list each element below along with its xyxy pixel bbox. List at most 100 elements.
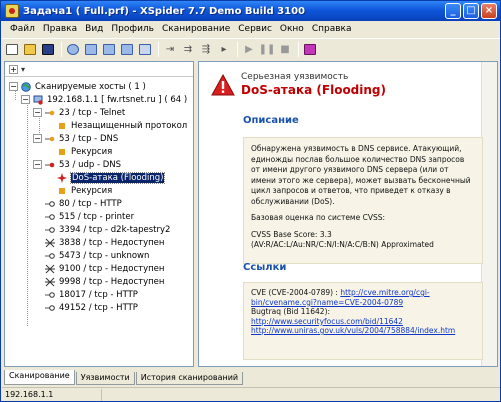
close-button[interactable]: × xyxy=(481,3,497,19)
tree-port-item[interactable]: 49152 / tcp - HTTP xyxy=(45,301,138,314)
tree-vuln-item[interactable]: Рекурсия xyxy=(57,184,112,197)
description-box: Обнаружена уязвимость в DNS сервисе. Ата… xyxy=(243,137,483,264)
host-icon xyxy=(33,95,43,105)
port-filtered-icon xyxy=(45,277,55,286)
description-heading: Описание xyxy=(243,115,299,126)
report-button[interactable] xyxy=(302,41,318,57)
tree-port-item[interactable]: − 53 / udp - DNS xyxy=(33,158,121,171)
port-icon xyxy=(45,110,55,115)
tree-item-label: Рекурсия xyxy=(71,146,113,157)
play-icon: ▶ xyxy=(245,43,253,55)
tree-item-label: 3838 / tcp - Недоступен xyxy=(59,237,165,248)
port-open-icon xyxy=(45,291,55,298)
play-button[interactable]: ▶ xyxy=(241,41,257,57)
tree-vuln-item[interactable]: Рекурсия xyxy=(57,145,112,158)
menu-profile[interactable]: Профиль xyxy=(107,24,158,34)
add-range-button[interactable] xyxy=(101,41,117,57)
stop-button[interactable]: ■ xyxy=(277,41,293,57)
open-button[interactable] xyxy=(22,41,38,57)
minimize-button[interactable]: _ xyxy=(445,3,461,19)
run-all-icon: ⇉ xyxy=(183,43,193,55)
window-title: Задача1 ( Full.prf) - XSpider 7.7 Demo B… xyxy=(23,5,305,17)
toolbar-separator xyxy=(61,41,62,57)
view-tabs: Сканирование Уязвимости История сканиров… xyxy=(4,370,244,385)
chevron-down-icon[interactable]: ▾ xyxy=(21,65,25,74)
tree-expander[interactable]: − xyxy=(33,108,42,117)
tree-root-label: Сканируемые хосты ( 1 ) xyxy=(35,81,146,92)
uniras-link[interactable]: http://www.uniras.gov.uk/vuls/2004/75888… xyxy=(251,326,475,336)
title-bar[interactable]: Задача1 ( Full.prf) - XSpider 7.7 Demo B… xyxy=(1,1,500,21)
links-box: CVE (CVE-2004-0789) : http://cve.mitre.o… xyxy=(243,282,483,360)
edit-host-button[interactable] xyxy=(119,41,135,57)
tree-expander[interactable]: − xyxy=(9,82,18,91)
host-search-icon xyxy=(67,43,79,55)
tree-port-item[interactable]: 5473 / tcp - unknown xyxy=(45,249,149,262)
tree-root[interactable]: − Сканируемые хосты ( 1 ) xyxy=(9,80,146,93)
tree-port-item[interactable]: 515 / tcp - printer xyxy=(45,210,134,223)
cve-reference: CVE (CVE-2004-0789) : http://cve.mitre.o… xyxy=(251,288,475,307)
tab-scanning[interactable]: Сканирование xyxy=(4,370,75,385)
port-filtered-icon xyxy=(45,238,55,247)
menu-edit[interactable]: Правка xyxy=(39,24,81,34)
delete-host-button[interactable] xyxy=(137,41,153,57)
step-button[interactable]: ⇥ xyxy=(162,41,178,57)
menu-help[interactable]: Справка xyxy=(308,24,356,34)
menu-window[interactable]: Окно xyxy=(276,24,308,34)
tree-expander[interactable]: − xyxy=(33,134,42,143)
tree-expander[interactable]: − xyxy=(33,160,42,169)
tree-port-item[interactable]: 3394 / tcp - d2k-tapestry2 xyxy=(45,223,170,236)
tree-item-label: Рекурсия xyxy=(71,185,113,196)
tab-vulnerabilities[interactable]: Уязвимости xyxy=(75,372,135,385)
tree-expander[interactable]: − xyxy=(21,95,30,104)
tree-port-item[interactable]: 18017 / tcp - HTTP xyxy=(45,288,138,301)
new-task-button[interactable] xyxy=(4,41,20,57)
menu-file[interactable]: Файл xyxy=(6,24,39,34)
run-selected-button[interactable]: ▸ xyxy=(216,41,232,57)
tree-item-label: 23 / tcp - Telnet xyxy=(59,107,126,118)
tree-port-item[interactable]: 80 / tcp - HTTP xyxy=(45,197,122,210)
tree-host[interactable]: − 192.168.1.1 [ fw.rtsnet.ru ] ( 64 ) xyxy=(21,93,187,106)
tree-expand-all-button[interactable]: + xyxy=(9,64,18,74)
add-host-button[interactable] xyxy=(83,41,99,57)
menu-service[interactable]: Сервис xyxy=(234,24,276,34)
pause-button[interactable]: ❚❚ xyxy=(259,41,276,57)
tree-port-item[interactable]: 3838 / tcp - Недоступен xyxy=(45,236,164,249)
tree-item-label: 3394 / tcp - d2k-tapestry2 xyxy=(59,224,171,235)
maximize-button[interactable]: □ xyxy=(463,3,479,19)
description-text: Обнаружена уязвимость в DNS сервисе. Ата… xyxy=(251,144,471,206)
stop-icon: ■ xyxy=(280,43,290,55)
menu-view[interactable]: Вид xyxy=(81,24,107,34)
run-all-button[interactable]: ⇉ xyxy=(180,41,196,57)
tree-vuln-item-selected[interactable]: DoS-атака (Flooding) xyxy=(57,171,166,184)
tab-scan-history[interactable]: История сканирований xyxy=(135,372,244,385)
host-search-button[interactable] xyxy=(65,41,81,57)
tree-port-item[interactable]: 9100 / tcp - Недоступен xyxy=(45,262,164,275)
warning-icon xyxy=(59,122,65,129)
save-button[interactable] xyxy=(40,41,56,57)
tree-port-item[interactable]: − 23 / tcp - Telnet xyxy=(33,106,125,119)
tree-vuln-item[interactable]: Незащищенный протокол xyxy=(57,119,187,132)
port-open-icon xyxy=(45,213,55,220)
vulnerability-name: DoS-атака (Flooding) xyxy=(241,83,387,97)
run-scan-button[interactable]: ⇶ xyxy=(198,41,214,57)
tree-item-label: 9998 / tcp - Недоступен xyxy=(59,276,165,287)
cvss-vector: (AV:R/AC:L/Au:NR/C:N/I:N/A:C/B:N) Approx… xyxy=(251,240,434,249)
tree-port-item[interactable]: 9998 / tcp - Недоступен xyxy=(45,275,164,288)
tree-item-label: 18017 / tcp - HTTP xyxy=(59,289,138,300)
status-host: 192.168.1.1 xyxy=(2,388,102,401)
port-filtered-icon xyxy=(45,264,55,273)
delete-host-icon xyxy=(139,43,151,55)
globe-icon xyxy=(21,81,31,92)
run-selected-icon: ▸ xyxy=(221,43,227,55)
port-open-icon xyxy=(45,226,55,233)
securityfocus-link[interactable]: http://www.securityfocus.com/bid/11642 xyxy=(251,317,475,327)
step-icon: ⇥ xyxy=(165,43,175,55)
vulnerability-header: Серьезная уязвимость DoS-атака (Flooding… xyxy=(211,72,386,97)
add-host-icon xyxy=(85,43,97,55)
tree-port-item[interactable]: − 53 / tcp - DNS xyxy=(33,132,118,145)
detail-scrollbar[interactable] xyxy=(481,62,497,366)
port-open-icon xyxy=(45,304,55,311)
window-controls: _ □ × xyxy=(445,3,497,19)
menu-scan[interactable]: Сканирование xyxy=(158,24,234,34)
app-window: Задача1 ( Full.prf) - XSpider 7.7 Demo B… xyxy=(0,0,501,402)
